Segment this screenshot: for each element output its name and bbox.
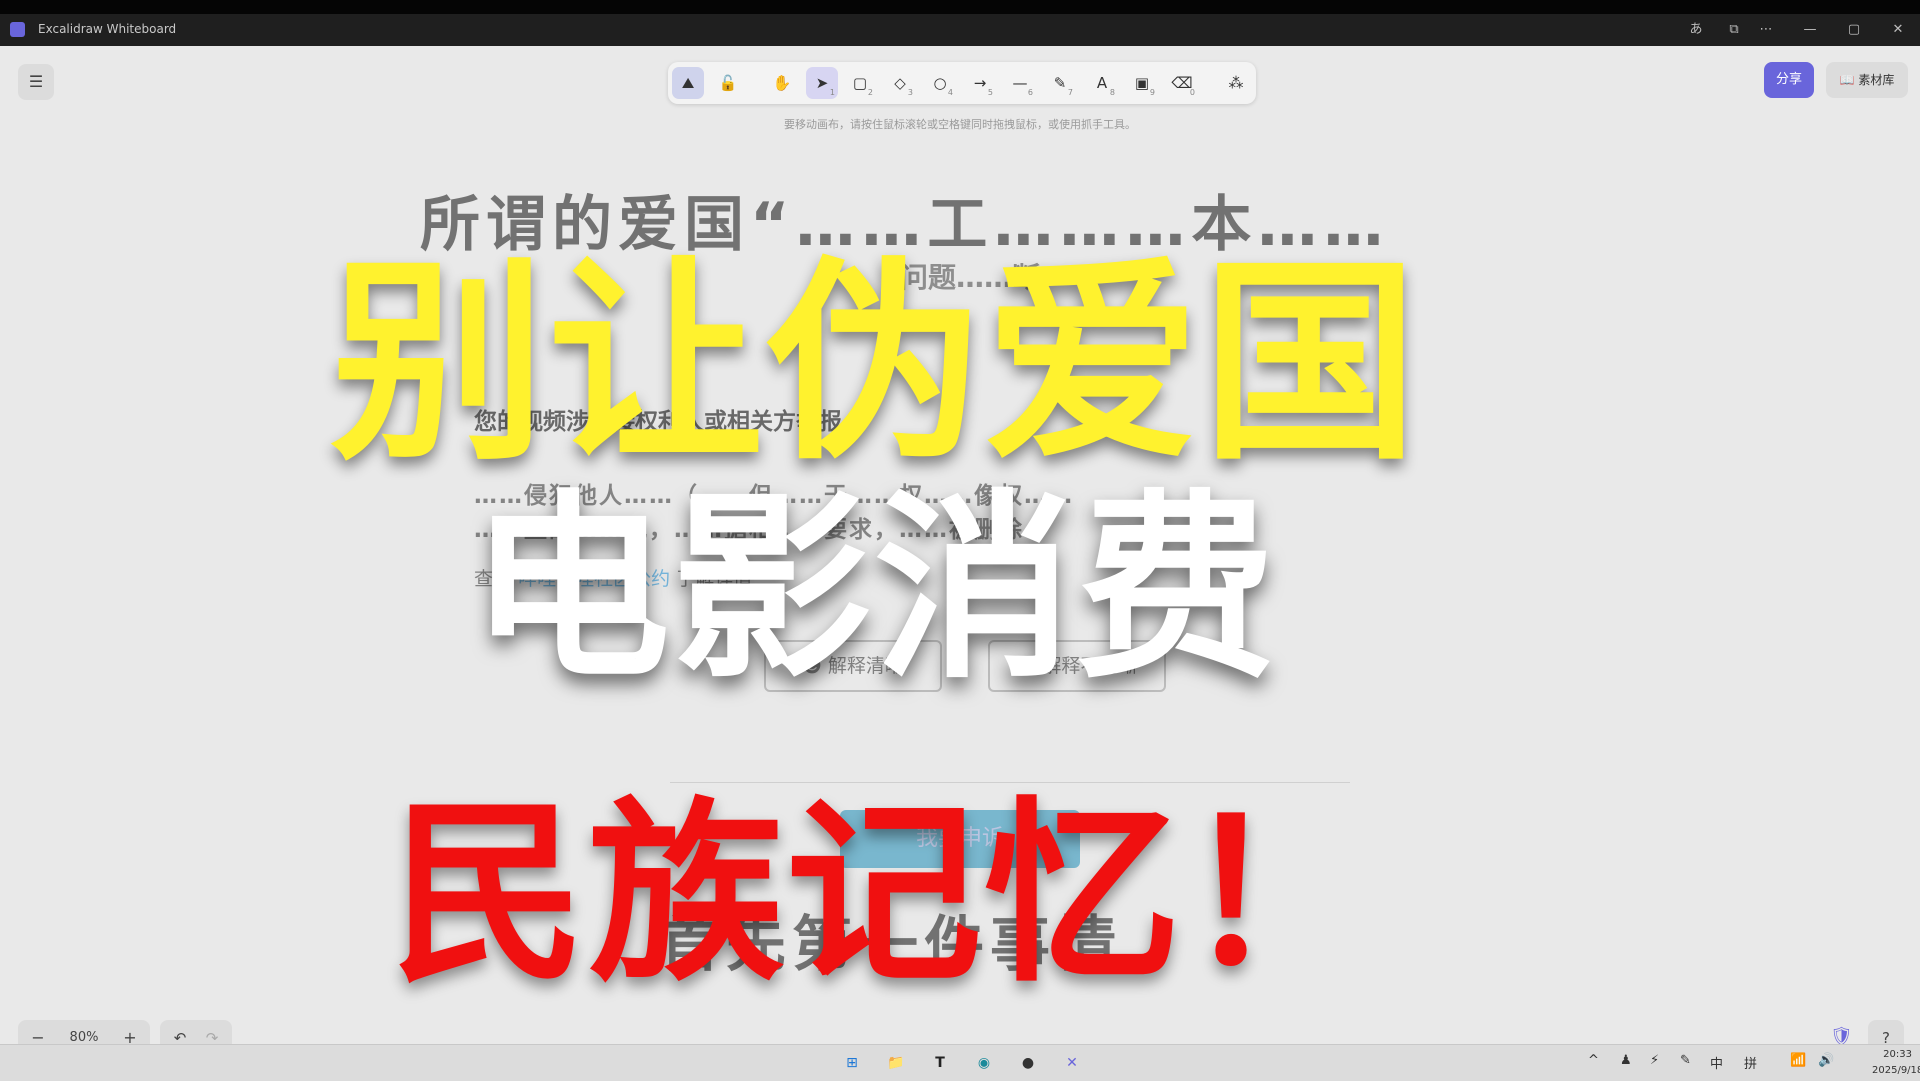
tool-arrow-glyph: → xyxy=(973,74,987,92)
excalidraw-taskbar-icon[interactable]: ✕ xyxy=(1060,1051,1084,1075)
tool-diamond-icon[interactable]: ◇ 3 xyxy=(884,67,916,99)
tool-lock-glyph: 🔓 xyxy=(718,74,738,92)
tool-rectangle-glyph: ▢ xyxy=(852,74,868,92)
tray-app-icon[interactable]: ♟ xyxy=(1620,1053,1632,1068)
tool-image-shortcut: 9 xyxy=(1149,88,1155,97)
clock[interactable]: 20:33 2025/9/18 xyxy=(1872,1047,1920,1079)
clock-date: 2025/9/18 xyxy=(1872,1065,1920,1076)
tool-image-glyph: ▣ xyxy=(1134,74,1150,92)
tool-diamond-glyph: ◇ xyxy=(894,74,906,92)
clock-time: 20:33 xyxy=(1883,1049,1912,1060)
tool-lock-icon[interactable]: 🔓 xyxy=(712,67,744,99)
headline-line-3: 民族记忆！ xyxy=(390,781,1381,1009)
typora-icon[interactable]: T xyxy=(928,1051,952,1075)
media-app-icon[interactable]: ● xyxy=(1016,1051,1040,1075)
edge-browser-icon[interactable]: ◉ xyxy=(972,1051,996,1075)
tool-ellipse-glyph: ○ xyxy=(933,74,947,92)
tool-text-shortcut: 8 xyxy=(1109,88,1115,97)
tool-hand-icon[interactable]: ✋ xyxy=(766,67,798,99)
headline-line-2: 电影消费 xyxy=(470,473,1279,706)
share-button[interactable]: 分享 xyxy=(1764,62,1814,98)
tool-select-glyph: ➤ xyxy=(815,74,829,92)
app-window: Excalidraw Whiteboard あ ⧉ ⋯ — ▢ ✕ ☰ ⛰ 🔓 ✋ ➤… xyxy=(0,14,1920,1056)
tool-eraser-icon[interactable]: ⌫ 0 xyxy=(1166,67,1198,99)
close-button[interactable]: ✕ xyxy=(1884,18,1912,42)
tool-pencil-shortcut: 7 xyxy=(1067,88,1073,97)
library-button[interactable]: 📖 素材库 xyxy=(1826,62,1908,98)
more-icon[interactable]: ⋯ xyxy=(1752,18,1780,42)
excalidraw-logo-icon xyxy=(10,22,25,37)
tray-overflow-icon[interactable]: ^ xyxy=(1588,1053,1599,1068)
volume-icon[interactable]: 🔊 xyxy=(1818,1053,1834,1068)
whiteboard-canvas[interactable]: ☰ ⛰ 🔓 ✋ ➤ 1 ▢ 2 ◇ 3 ○ 4 → 5—6 ✎ 7 A 8 ▣ 9 ⌫ 0 ⁂ 要移动画布，请按住鼠标滚轮… xyxy=(0,46,1920,1056)
top-black-bar xyxy=(0,0,1920,14)
window-title: Excalidraw Whiteboard xyxy=(38,22,177,36)
windows-start-icon[interactable]: ⊞ xyxy=(840,1051,864,1075)
tray-pen-icon[interactable]: ✎ xyxy=(1680,1053,1691,1068)
tool-extra-glyph: ⁂ xyxy=(1228,74,1244,92)
ime-chinese-indicator[interactable]: 中 xyxy=(1710,1053,1723,1072)
tool-line-glyph: — xyxy=(1012,74,1028,92)
layout-icon[interactable]: ⧉ xyxy=(1720,18,1748,42)
tool-line-shortcut: 6 xyxy=(1027,88,1033,97)
tool-text-icon[interactable]: A8 xyxy=(1086,67,1118,99)
tool-ellipse-shortcut: 4 xyxy=(947,88,953,97)
shape-toolbar: ⛰ 🔓 ✋ ➤ 1 ▢ 2 ◇ 3 ○ 4 → 5—6 ✎ 7 A 8 ▣ 9 ⌫ 0 ⁂ xyxy=(668,62,1256,104)
tool-arrow-icon[interactable]: → 5 xyxy=(964,67,996,99)
tool-rectangle-shortcut: 2 xyxy=(867,88,873,97)
tool-select-icon[interactable]: ➤ 1 xyxy=(806,67,838,99)
tool-arrow-shortcut: 5 xyxy=(987,88,993,97)
tool-image-icon[interactable]: ▣ 9 xyxy=(1126,67,1158,99)
taskbar: ⊞ 📁 T ◉ ● ✕ ^ ♟ ⚡ ✎ 中 拼 📶 🔊 20:33 2025/9… xyxy=(0,1044,1920,1081)
tool-pencil-glyph: ✎ xyxy=(1053,74,1067,92)
tool-ellipse-icon[interactable]: ○ 4 xyxy=(924,67,956,99)
tool-extra-icon[interactable]: ⁂ xyxy=(1220,67,1252,99)
tool-mode-icon[interactable]: ⛰ xyxy=(672,67,704,99)
file-explorer-icon[interactable]: 📁 xyxy=(884,1051,908,1075)
tool-line-icon[interactable]: —6 xyxy=(1004,67,1036,99)
tool-pencil-icon[interactable]: ✎ 7 xyxy=(1044,67,1076,99)
tool-rectangle-icon[interactable]: ▢ 2 xyxy=(844,67,876,99)
tool-select-shortcut: 1 xyxy=(829,88,835,97)
tray-power-icon[interactable]: ⚡ xyxy=(1650,1053,1659,1068)
maximize-button[interactable]: ▢ xyxy=(1840,18,1868,42)
library-label: 素材库 xyxy=(1858,73,1895,87)
tool-hand-glyph: ✋ xyxy=(772,74,792,92)
language-icon[interactable]: あ xyxy=(1682,18,1710,42)
title-bar: Excalidraw Whiteboard あ ⧉ ⋯ — ▢ ✕ xyxy=(0,14,1920,46)
tool-diamond-shortcut: 3 xyxy=(907,88,913,97)
ime-pinyin-indicator[interactable]: 拼 xyxy=(1744,1053,1757,1072)
canvas-hint: 要移动画布，请按住鼠标滚轮或空格键同时拖拽鼠标，或使用抓手工具。 xyxy=(784,118,1136,131)
wifi-icon[interactable]: 📶 xyxy=(1790,1053,1806,1068)
minimize-button[interactable]: — xyxy=(1796,18,1824,42)
tool-mode-glyph: ⛰ xyxy=(681,74,695,92)
main-menu-icon[interactable]: ☰ xyxy=(18,64,54,100)
book-icon: 📖 xyxy=(1839,73,1855,87)
tool-text-glyph: A xyxy=(1096,74,1108,92)
tool-eraser-shortcut: 0 xyxy=(1189,88,1195,97)
